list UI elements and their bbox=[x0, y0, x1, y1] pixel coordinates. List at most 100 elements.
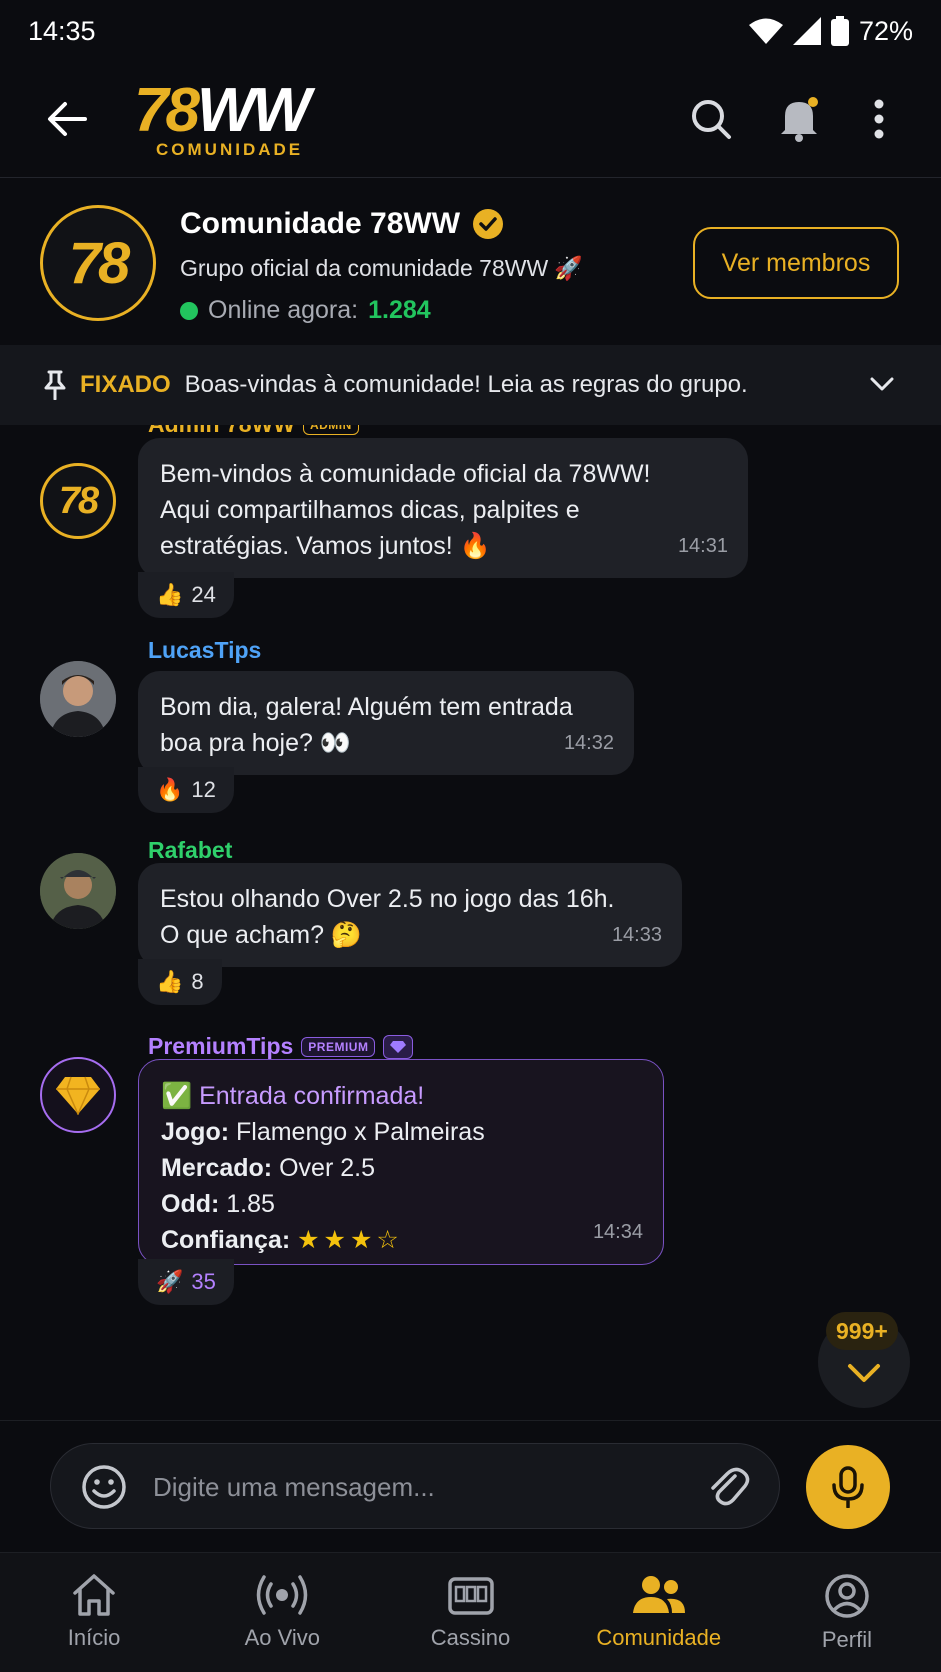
chevron-down-icon[interactable] bbox=[867, 369, 897, 399]
message-line: Bem-vindos à comunidade oficial da 78WW! bbox=[160, 460, 651, 488]
microphone-icon bbox=[832, 1466, 864, 1508]
person-avatar-icon bbox=[40, 853, 116, 929]
profile-icon bbox=[825, 1574, 869, 1618]
group-description: Grupo oficial da comunidade 78WW bbox=[180, 255, 549, 281]
tip-odd-row: Odd: 1.85 bbox=[161, 1186, 641, 1222]
reaction-chip[interactable]: 🔥 12 bbox=[138, 767, 234, 813]
tip-odd-value: 1.85 bbox=[226, 1190, 275, 1218]
avatar[interactable] bbox=[40, 1057, 116, 1133]
search-button[interactable] bbox=[682, 90, 740, 148]
reaction-chip[interactable]: 👍 8 bbox=[138, 959, 222, 1005]
reaction-count: 8 bbox=[191, 969, 204, 994]
avatar[interactable]: 78 bbox=[40, 463, 116, 539]
rocket-icon: 🚀 bbox=[554, 255, 583, 281]
nav-item-ao-vivo[interactable]: Ao Vivo bbox=[188, 1553, 376, 1672]
message-time: 14:33 bbox=[611, 924, 662, 946]
person-avatar-icon bbox=[40, 661, 116, 737]
message-line: Estou olhando Over 2.5 no jogo das 16h. bbox=[160, 885, 615, 913]
nav-item-perfil[interactable]: Perfil bbox=[753, 1553, 941, 1672]
nav-label: Cassino bbox=[430, 1625, 511, 1650]
logo-number: 78 bbox=[134, 76, 200, 145]
community-icon bbox=[632, 1576, 685, 1613]
more-menu-button[interactable] bbox=[850, 90, 908, 148]
star-rating-icon: ★★★☆ bbox=[297, 1226, 403, 1254]
online-label: Online agora: bbox=[208, 296, 359, 324]
sender-name[interactable]: PremiumTips bbox=[148, 1033, 293, 1060]
nav-item-comunidade[interactable]: Comunidade bbox=[565, 1553, 753, 1672]
group-avatar[interactable]: 78 bbox=[40, 205, 156, 321]
logo-subtitle: COMUNIDADE bbox=[156, 140, 304, 159]
tip-odd-label: Odd: bbox=[161, 1190, 220, 1218]
status-bar: 14:35 72% bbox=[0, 0, 941, 62]
nav-label: Início bbox=[67, 1625, 121, 1650]
avatar[interactable] bbox=[40, 853, 116, 929]
fire-icon: 🔥 bbox=[156, 777, 184, 802]
signal-icon bbox=[792, 17, 821, 45]
bell-icon bbox=[781, 97, 818, 142]
message-line: boa pra hoje? 👀 bbox=[160, 729, 351, 757]
reaction-count: 12 bbox=[191, 777, 216, 802]
status-time: 14:35 bbox=[28, 15, 96, 46]
logo-letters: WW bbox=[196, 76, 311, 145]
message-input-container bbox=[50, 1443, 780, 1529]
arrow-left-icon bbox=[48, 102, 87, 136]
message-line: Aqui compartilhamos dicas, palpites e bbox=[160, 496, 580, 524]
tip-market-value: Over 2.5 bbox=[279, 1154, 375, 1182]
sender-row: PremiumTips PREMIUM bbox=[148, 1033, 414, 1060]
premium-badge: PREMIUM bbox=[301, 1036, 376, 1057]
sender-row: LucasTips bbox=[148, 637, 261, 664]
view-members-button[interactable]: Ver membros bbox=[693, 227, 899, 299]
message-line: estratégias. Vamos juntos! 🔥 bbox=[160, 532, 491, 560]
reaction-count: 35 bbox=[191, 1269, 216, 1294]
online-status: Online agora: 1.284 bbox=[180, 296, 431, 325]
sender-name[interactable]: Admin 78WW bbox=[148, 425, 295, 438]
gem-icon bbox=[383, 1034, 414, 1059]
tip-game-label: Jogo: bbox=[161, 1118, 230, 1146]
sender-row: Rafabet bbox=[148, 837, 232, 864]
message-time: 14:32 bbox=[563, 732, 614, 754]
reaction-count: 24 bbox=[191, 582, 216, 607]
chevron-down-icon bbox=[848, 1364, 880, 1382]
battery-percent: 72% bbox=[858, 15, 913, 46]
admin-badge: ADMIN bbox=[302, 425, 359, 435]
online-dot bbox=[180, 301, 198, 320]
sender-name[interactable]: LucasTips bbox=[148, 637, 261, 664]
wifi-icon bbox=[748, 18, 783, 44]
tip-game-row: Jogo: Flamengo x Palmeiras bbox=[161, 1114, 641, 1150]
message-time: 14:34 bbox=[592, 1221, 643, 1243]
reaction-chip[interactable]: 🚀 35 bbox=[138, 1259, 234, 1305]
emoji-icon[interactable] bbox=[81, 1464, 127, 1510]
paperclip-icon[interactable] bbox=[705, 1464, 751, 1510]
avatar[interactable] bbox=[40, 661, 116, 737]
tip-confidence-row: Confiança: ★★★☆ bbox=[161, 1222, 641, 1258]
message-input[interactable] bbox=[153, 1462, 673, 1512]
nav-item-inicio[interactable]: Início bbox=[0, 1553, 188, 1672]
notifications-button[interactable] bbox=[770, 90, 828, 148]
pinned-message-bar[interactable]: FIXADO Boas-vindas à comunidade! Leia as… bbox=[0, 345, 941, 425]
pinned-text: Boas-vindas à comunidade! Leia as regras… bbox=[184, 371, 748, 398]
live-icon bbox=[257, 1575, 308, 1615]
pin-icon bbox=[44, 370, 66, 400]
group-description-row: Grupo oficial da comunidade 78WW 🚀 bbox=[180, 255, 583, 282]
online-count: 1.284 bbox=[368, 296, 431, 324]
message-bubble[interactable]: Bom dia, galera! Alguém tem entrada boa … bbox=[138, 671, 634, 775]
tip-game-value: Flamengo x Palmeiras bbox=[236, 1118, 485, 1146]
sender-name[interactable]: Rafabet bbox=[148, 837, 232, 864]
tip-market-label: Mercado: bbox=[161, 1154, 273, 1182]
reaction-chip[interactable]: 👍 24 bbox=[138, 572, 234, 618]
voice-message-button[interactable] bbox=[806, 1445, 890, 1529]
verified-icon bbox=[473, 209, 504, 239]
message-bubble[interactable]: Bem-vindos à comunidade oficial da 78WW!… bbox=[138, 438, 748, 578]
message-bubble[interactable]: Estou olhando Over 2.5 no jogo das 16h. … bbox=[138, 863, 682, 967]
more-vertical-icon bbox=[874, 99, 884, 139]
thumbs-up-icon: 👍 bbox=[156, 969, 184, 994]
tip-confirmation: ✅ Entrada confirmada! bbox=[161, 1082, 425, 1110]
search-icon bbox=[692, 100, 731, 139]
premium-tip-card[interactable]: ✅ Entrada confirmada! Jogo: Flamengo x P… bbox=[138, 1059, 664, 1265]
message-list[interactable]: 78 Admin 78WW ADMIN Bem-vindos à comunid… bbox=[0, 425, 941, 1420]
nav-item-cassino[interactable]: Cassino bbox=[376, 1553, 564, 1672]
nav-label: Ao Vivo bbox=[244, 1625, 321, 1650]
sender-row: Admin 78WW ADMIN bbox=[148, 425, 359, 438]
app-bar: 78WW COMUNIDADE bbox=[0, 62, 941, 178]
back-button[interactable] bbox=[40, 92, 94, 146]
